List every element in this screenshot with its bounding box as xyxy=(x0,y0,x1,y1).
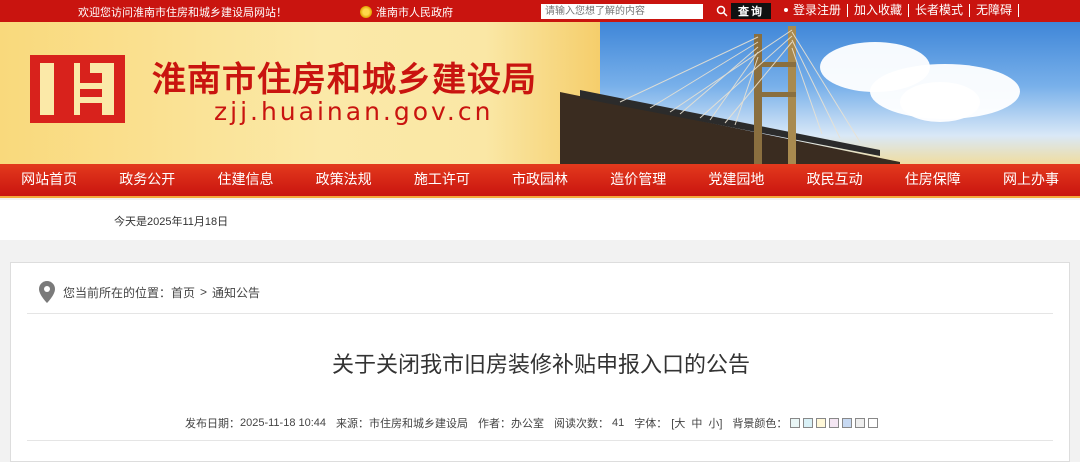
search-button[interactable]: 查询 xyxy=(731,3,771,19)
article-meta: 发布日期： 2025-11-18 10:44 来源： 市住房和城乡建设局 作者：… xyxy=(185,415,879,431)
font-size-small[interactable]: 小] xyxy=(708,415,722,431)
site-domain: zjj.huainan.gov.cn xyxy=(214,97,494,126)
site-banner: 淮南市住房和城乡建设局 zjj.huainan.gov.cn xyxy=(0,22,1080,164)
bg-color-swatch[interactable] xyxy=(868,418,879,428)
font-label: 字体： xyxy=(634,418,668,430)
font-size-medium[interactable]: 中 xyxy=(691,415,702,431)
national-emblem-icon xyxy=(360,6,372,18)
nav-item-online-services[interactable]: 网上办事 xyxy=(982,164,1080,196)
accessibility-link[interactable]: 无障碍 xyxy=(970,4,1020,17)
crumb-separator: > xyxy=(200,285,208,299)
font-size-large[interactable]: [大 xyxy=(671,415,685,431)
bg-color-swatch[interactable] xyxy=(855,418,866,428)
date-label: 发布日期： xyxy=(185,418,240,430)
date-strip: 今天是2025年11月18日 xyxy=(0,200,1080,240)
welcome-text: 欢迎您访问淮南市住房和城乡建设局网站！ xyxy=(78,7,287,19)
nav-item-home[interactable]: 网站首页 xyxy=(0,164,98,196)
main-nav: 网站首页 政务公开 住建信息 政策法规 施工许可 市政园林 造价管理 党建园地 … xyxy=(0,164,1080,198)
source-label: 来源： xyxy=(336,418,370,430)
bg-color-swatch[interactable] xyxy=(790,418,801,428)
top-links: 登录注册 加入收藏 长者模式 无障碍 xyxy=(783,4,1020,17)
article-title: 关于关闭我市旧房装修补贴申报入口的公告 xyxy=(331,353,750,378)
site-logo-icon xyxy=(30,55,125,123)
location-pin-icon xyxy=(39,281,55,303)
bg-color-swatch[interactable] xyxy=(842,418,853,428)
publish-date: 2025-11-18 10:44 xyxy=(240,417,327,429)
breadcrumb: 您当前所在的位置： 首页 > 通知公告 xyxy=(39,281,260,303)
author: 办公室 xyxy=(511,418,545,430)
views-label: 阅读次数： xyxy=(554,418,610,430)
nav-item-municipal-gardens[interactable]: 市政园林 xyxy=(491,164,589,196)
divider xyxy=(27,313,1053,314)
author-label: 作者： xyxy=(478,418,512,430)
nav-item-public-interaction[interactable]: 政民互动 xyxy=(786,164,884,196)
add-favorite-link[interactable]: 加入收藏 xyxy=(848,4,910,17)
gov-link-label: 淮南市人民政府 xyxy=(376,7,453,19)
nav-item-housing-security[interactable]: 住房保障 xyxy=(884,164,982,196)
nav-item-policies[interactable]: 政策法规 xyxy=(295,164,393,196)
nav-item-cost-management[interactable]: 造价管理 xyxy=(589,164,687,196)
nav-item-party-building[interactable]: 党建园地 xyxy=(687,164,785,196)
view-count: 41 xyxy=(612,417,625,429)
bg-color-swatch[interactable] xyxy=(803,418,814,428)
search-input[interactable] xyxy=(541,4,703,19)
today-date: 今天是2025年11月18日 xyxy=(114,216,229,228)
location-label: 您当前所在的位置： xyxy=(63,285,172,300)
nav-item-gov-affairs[interactable]: 政务公开 xyxy=(98,164,196,196)
article-card: 您当前所在的位置： 首页 > 通知公告 关于关闭我市旧房装修补贴申报入口的公告 … xyxy=(10,262,1070,462)
top-bar: 欢迎您访问淮南市住房和城乡建设局网站！ 淮南市人民政府 查询 登录注册 加入收藏… xyxy=(0,0,1080,22)
nav-item-construction-permit[interactable]: 施工许可 xyxy=(393,164,491,196)
login-register-link[interactable]: 登录注册 xyxy=(783,4,849,17)
gov-link[interactable]: 淮南市人民政府 xyxy=(360,4,453,20)
elder-mode-link[interactable]: 长者模式 xyxy=(909,4,971,17)
bridge-illustration xyxy=(560,26,900,164)
bg-color-swatch[interactable] xyxy=(829,418,840,428)
cloud-icon xyxy=(900,82,980,122)
bg-color-label: 背景颜色： xyxy=(732,418,788,430)
crumb-home[interactable]: 首页 xyxy=(171,284,195,301)
search-icon[interactable] xyxy=(714,3,730,19)
site-title: 淮南市住房和城乡建设局 xyxy=(152,60,537,100)
nav-item-housing-info[interactable]: 住建信息 xyxy=(196,164,294,196)
bg-color-swatches xyxy=(787,418,879,428)
crumb-notices[interactable]: 通知公告 xyxy=(212,284,260,301)
bg-color-swatch[interactable] xyxy=(816,418,827,428)
source: 市住房和城乡建设局 xyxy=(369,418,469,430)
divider xyxy=(27,440,1053,441)
